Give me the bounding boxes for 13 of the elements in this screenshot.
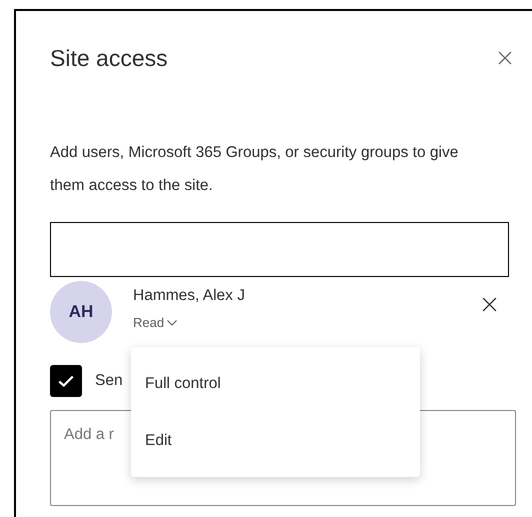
close-icon[interactable] <box>498 51 512 65</box>
person-name: Hammes, Alex J <box>133 286 245 306</box>
menu-item[interactable]: Full control <box>131 355 420 412</box>
remove-icon[interactable] <box>482 297 497 312</box>
checkbox[interactable] <box>50 365 82 397</box>
menu-item[interactable]: Edit <box>131 412 420 469</box>
chevron-down-icon <box>167 320 178 326</box>
people-input-field[interactable] <box>50 222 509 277</box>
description-text: Add users, Microsoft 365 Groups, or security groups to give them access to the site. <box>50 143 460 196</box>
panel-title: Site access <box>50 44 168 73</box>
checkbox-label: Sen <box>95 371 123 392</box>
permission-dropdown[interactable]: Read <box>133 313 178 332</box>
avatar: AH <box>50 281 112 343</box>
